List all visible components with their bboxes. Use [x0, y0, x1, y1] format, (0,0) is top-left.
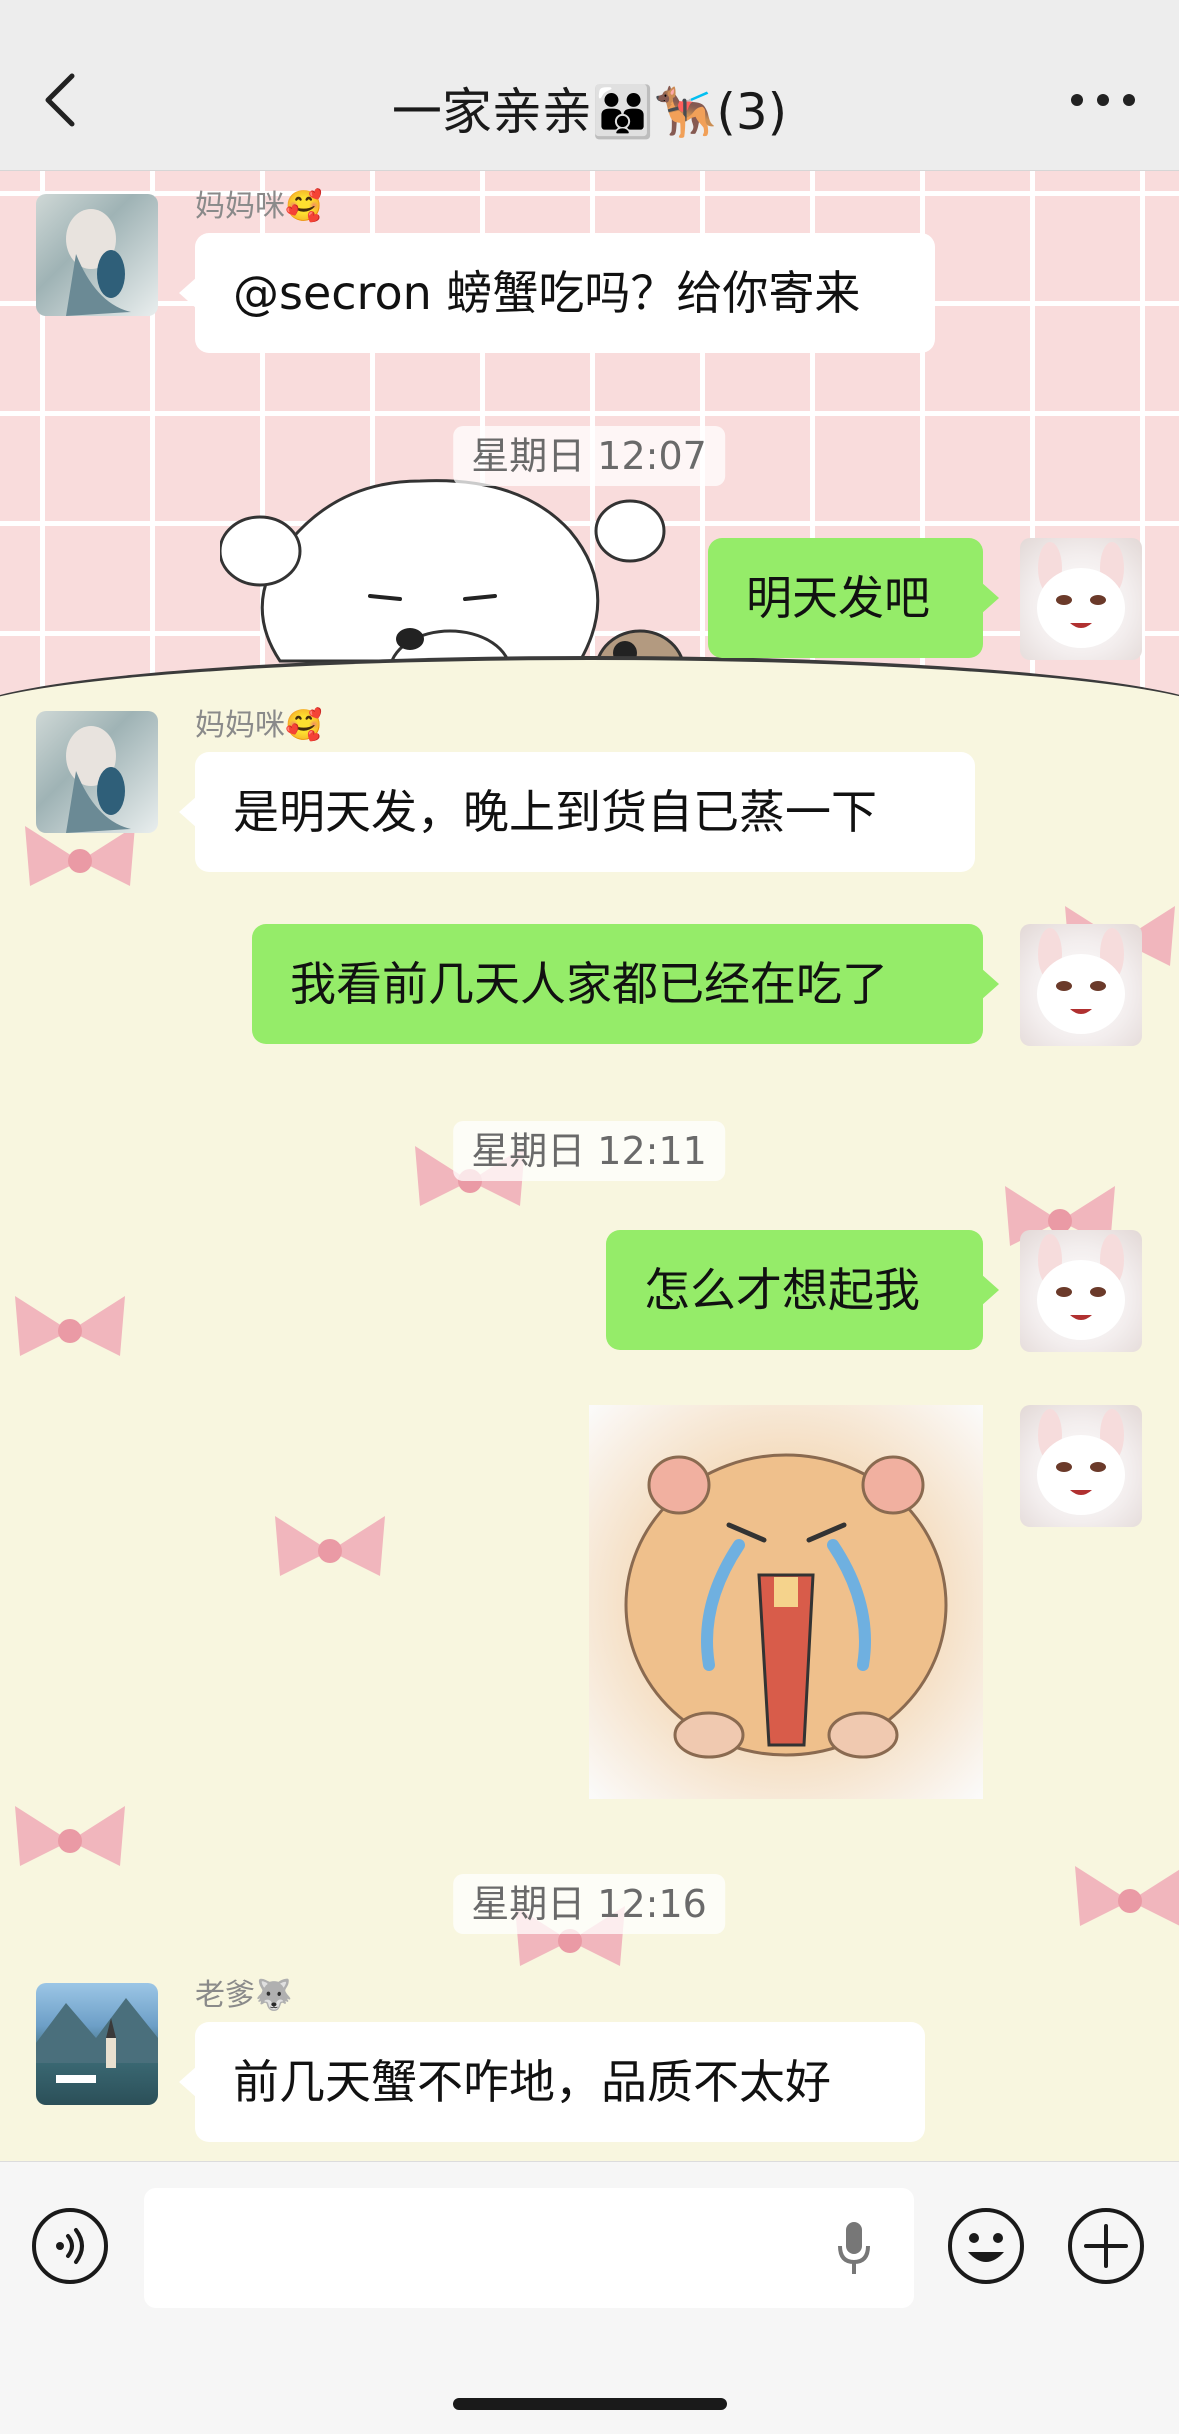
avatar-mom[interactable]: [36, 194, 158, 316]
bird-avatar-icon: [66, 726, 131, 833]
hamster-sticker-image: [624, 1453, 948, 1759]
input-bar: [0, 2161, 1179, 2434]
bird-avatar-icon: [66, 209, 131, 316]
home-indicator: [453, 2398, 727, 2410]
avatar-me[interactable]: [1020, 924, 1142, 1046]
lake-town-avatar-icon: [36, 1998, 158, 2083]
rabbit-avatar-icon: [1037, 928, 1125, 1034]
ribbon-decoration: [1075, 1866, 1179, 1926]
message-input[interactable]: [144, 2188, 914, 2308]
message-bubble[interactable]: 明天发吧: [708, 538, 999, 658]
ribbon-decoration: [15, 1806, 125, 1866]
chat-area[interactable]: 妈妈咪🥰 @secron 螃蟹吃吗？给你寄来 星期日 12:07 明天发吧 妈妈…: [0, 171, 1179, 2161]
avatar-me[interactable]: [1020, 1230, 1142, 1352]
sender-name: 妈妈咪🥰: [195, 708, 323, 743]
message-bubble[interactable]: @secron 螃蟹吃吗？给你寄来: [179, 233, 935, 353]
sender-name: 老爹🐺: [195, 1978, 293, 2013]
crying-hamster-sticker[interactable]: [589, 1405, 983, 1799]
avatar-me[interactable]: [1020, 1405, 1142, 1527]
voice-icon[interactable]: [30, 2206, 110, 2286]
rabbit-avatar-icon: [1037, 1234, 1125, 1340]
emoji-icon[interactable]: [946, 2206, 1026, 2286]
rabbit-avatar-icon: [1037, 1409, 1125, 1515]
rabbit-avatar-icon: [1037, 542, 1125, 648]
chat-header: 一家亲亲👪🐕‍🦺(3): [0, 0, 1179, 171]
message-bubble[interactable]: 怎么才想起我: [606, 1230, 999, 1350]
chat-title: 一家亲亲👪🐕‍🦺(3): [391, 83, 788, 141]
plus-icon[interactable]: [1066, 2206, 1146, 2286]
timestamp: 星期日 12:07: [453, 426, 725, 486]
message-bubble[interactable]: 是明天发，晚上到货自已蒸一下: [179, 752, 975, 872]
avatar-dad[interactable]: [36, 1983, 158, 2105]
message-bubble[interactable]: 我看前几天人家都已经在吃了: [252, 924, 999, 1044]
avatar-me[interactable]: [1020, 538, 1142, 660]
microphone-icon[interactable]: [834, 2218, 874, 2278]
timestamp: 星期日 12:16: [453, 1874, 725, 1934]
ribbon-decoration: [15, 1296, 125, 1356]
more-dots-icon[interactable]: [1063, 80, 1143, 120]
timestamp: 星期日 12:11: [453, 1121, 725, 1181]
sender-name: 妈妈咪🥰: [195, 189, 323, 224]
avatar-mom[interactable]: [36, 711, 158, 833]
message-bubble[interactable]: 前几天蟹不咋地，品质不太好: [179, 2022, 925, 2142]
ribbon-decoration: [275, 1516, 385, 1576]
